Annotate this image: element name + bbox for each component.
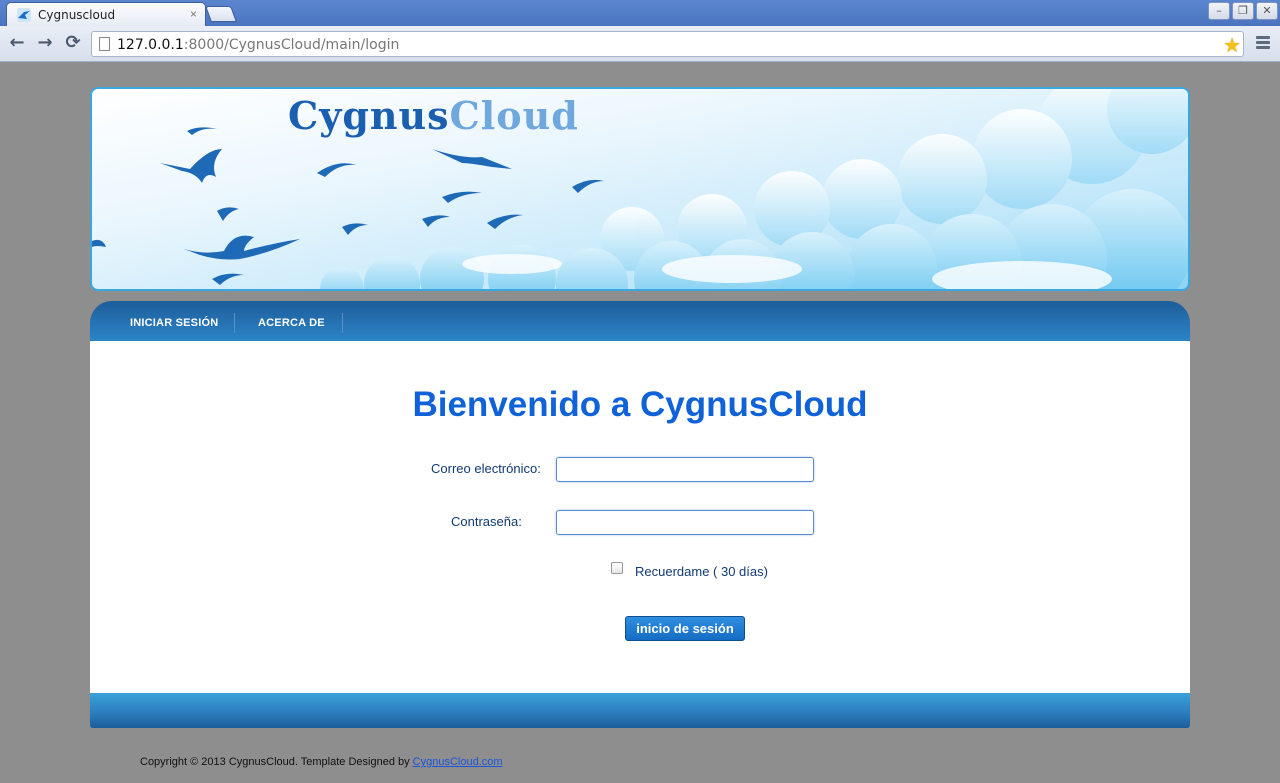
remember-label[interactable]: Recuerdame ( 30 días): [635, 564, 768, 579]
login-button[interactable]: inicio de sesión: [625, 616, 745, 641]
tab-title: Cygnuscloud: [38, 8, 116, 22]
login-panel: Bienvenido a CygnusCloud Correo electrón…: [90, 341, 1190, 693]
close-window-button[interactable]: ✕: [1256, 2, 1278, 20]
copyright-text: Copyright © 2013 CygnusCloud. Template D…: [140, 756, 503, 768]
footer-bar: [90, 693, 1190, 728]
url-text: 127.0.0.1:8000/CygnusCloud/main/login: [117, 37, 399, 53]
logo-cygnus: Cygnus: [288, 93, 450, 138]
nav-item-iniciar-sesion[interactable]: INICIAR SESIÓN: [130, 317, 218, 329]
reload-icon[interactable]: ⟳: [63, 34, 83, 54]
logo-cloud: Cloud: [449, 93, 579, 138]
new-tab-button[interactable]: [205, 6, 237, 22]
minimize-button[interactable]: –: [1208, 2, 1230, 20]
tab-close-icon[interactable]: ×: [190, 7, 197, 21]
nav-divider: [234, 313, 235, 333]
email-field[interactable]: [556, 457, 814, 482]
bookmark-star-icon[interactable]: ★: [1223, 33, 1241, 58]
copyright-label: Copyright © 2013 CygnusCloud. Template D…: [140, 756, 413, 768]
password-field[interactable]: [556, 510, 814, 535]
back-icon[interactable]: ←: [7, 34, 27, 54]
forward-icon[interactable]: →: [35, 34, 55, 54]
url-host: 127.0.0.1: [117, 37, 184, 53]
nav-item-acerca-de[interactable]: ACERCA DE: [258, 317, 325, 329]
address-bar[interactable]: 127.0.0.1:8000/CygnusCloud/main/login ★: [91, 31, 1244, 57]
page-title: Bienvenido a CygnusCloud: [412, 385, 868, 424]
designer-link[interactable]: CygnusCloud.com: [413, 756, 503, 768]
restore-button[interactable]: ❐: [1232, 2, 1254, 20]
main-navbar: INICIAR SESIÓN ACERCA DE: [90, 301, 1190, 341]
email-label: Correo electrónico:: [431, 461, 541, 476]
browser-toolbar: ← → ⟳ 127.0.0.1:8000/CygnusCloud/main/lo…: [0, 26, 1280, 62]
menu-icon[interactable]: [1256, 36, 1270, 51]
nav-divider: [342, 313, 343, 333]
page-icon: [99, 37, 110, 51]
sky-clouds-illustration: [92, 89, 1188, 289]
cygnuscloud-logo: CygnusCloud: [288, 93, 579, 138]
password-label: Contraseña:: [451, 514, 522, 529]
browser-titlebar: Cygnuscloud × – ❐ ✕: [0, 0, 1280, 26]
cygnus-favicon-icon: [17, 8, 31, 22]
header-banner: CygnusCloud: [90, 87, 1190, 291]
remember-checkbox[interactable]: [611, 562, 623, 574]
browser-tab[interactable]: Cygnuscloud ×: [6, 2, 206, 26]
window-controls: – ❐ ✕: [1208, 2, 1278, 20]
url-path: :8000/CygnusCloud/main/login: [183, 37, 400, 53]
